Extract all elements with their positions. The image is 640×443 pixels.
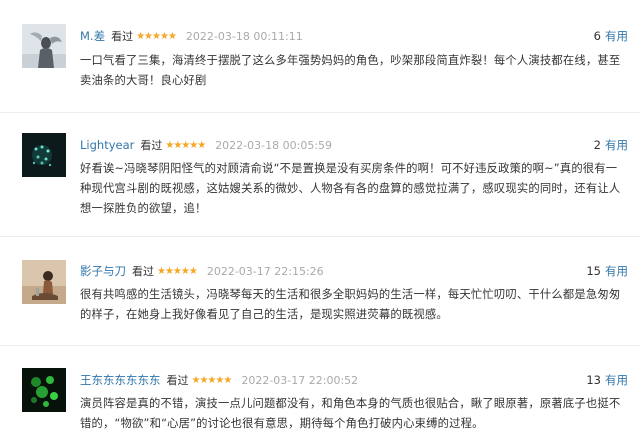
username-link[interactable]: 王东东东东东东 <box>80 373 161 387</box>
review-content: 很有共鸣感的生活镜头，冯晓琴每天的生活和很多全职妈妈的生活一样，每天忙忙叨叨、干… <box>80 288 621 321</box>
review-meta: 影子与刀 看过 ★★★★★ 2022-03-17 22:15:26 <box>80 262 324 280</box>
review-meta: M.差 看过 ★★★★★ 2022-03-18 00:11:11 <box>80 27 303 45</box>
watched-status: 看过 <box>140 139 163 152</box>
review-time: 2022-03-18 00:11:11 <box>185 30 303 43</box>
review-time: 2022-03-18 00:05:59 <box>215 139 333 152</box>
avatar[interactable] <box>22 133 66 177</box>
divider <box>0 236 640 237</box>
rating-stars: ★★★★★ <box>165 140 206 151</box>
watched-status: 看过 <box>132 265 154 278</box>
username-link[interactable]: Lightyear <box>80 138 134 152</box>
username-link[interactable]: M.差 <box>80 29 105 43</box>
avatar[interactable] <box>22 24 66 68</box>
useful-vote: 13 有用 <box>586 371 628 389</box>
divider <box>0 112 640 113</box>
useful-vote: 2 有用 <box>594 136 628 154</box>
useful-vote: 15 有用 <box>586 262 628 280</box>
watched-status: 看过 <box>111 30 134 43</box>
avatar[interactable] <box>22 260 66 304</box>
useful-button[interactable]: 有用 <box>605 138 628 152</box>
avatar[interactable] <box>22 368 66 412</box>
useful-button[interactable]: 有用 <box>605 373 628 387</box>
review-time: 2022-03-17 22:15:26 <box>206 265 324 278</box>
rating-stars: ★★★★★ <box>191 375 233 386</box>
useful-count: 13 <box>586 373 601 387</box>
rating-stars: ★★★★★ <box>136 31 177 42</box>
useful-count: 6 <box>593 29 601 43</box>
useful-count: 2 <box>593 138 601 152</box>
rating-stars: ★★★★★ <box>157 266 198 277</box>
review-content: 演员阵容是真的不错，演技一点儿问题都没有，和角色本身的气质也很贴合，瞅了眼原著，… <box>80 397 621 430</box>
useful-vote: 6 有用 <box>594 27 628 45</box>
watched-status: 看过 <box>166 374 189 387</box>
username-link[interactable]: 影子与刀 <box>80 264 126 278</box>
useful-button[interactable]: 有用 <box>605 264 628 278</box>
review-list: M.差 看过 ★★★★★ 2022-03-18 00:11:11 6 有用 一口气看了三… <box>0 0 640 443</box>
useful-count: 15 <box>586 264 601 278</box>
review-content: 好看诶~冯晓琴阴阳怪气的对顾清俞说“不是置换是没有买房条件的啊！可不好违反政策的… <box>80 162 621 215</box>
divider <box>0 345 640 346</box>
review-meta: 王东东东东东东 看过 ★★★★★ 2022-03-17 22:00:52 <box>80 371 358 389</box>
review-content: 一口气看了三集，海清终于摆脱了这么多年强势妈妈的角色，吵架那段简直炸裂！每个人演… <box>80 54 621 87</box>
useful-button[interactable]: 有用 <box>605 29 628 43</box>
review-time: 2022-03-17 22:00:52 <box>241 374 359 387</box>
review-meta: Lightyear 看过 ★★★★★ 2022-03-18 00:05:59 <box>80 136 332 154</box>
